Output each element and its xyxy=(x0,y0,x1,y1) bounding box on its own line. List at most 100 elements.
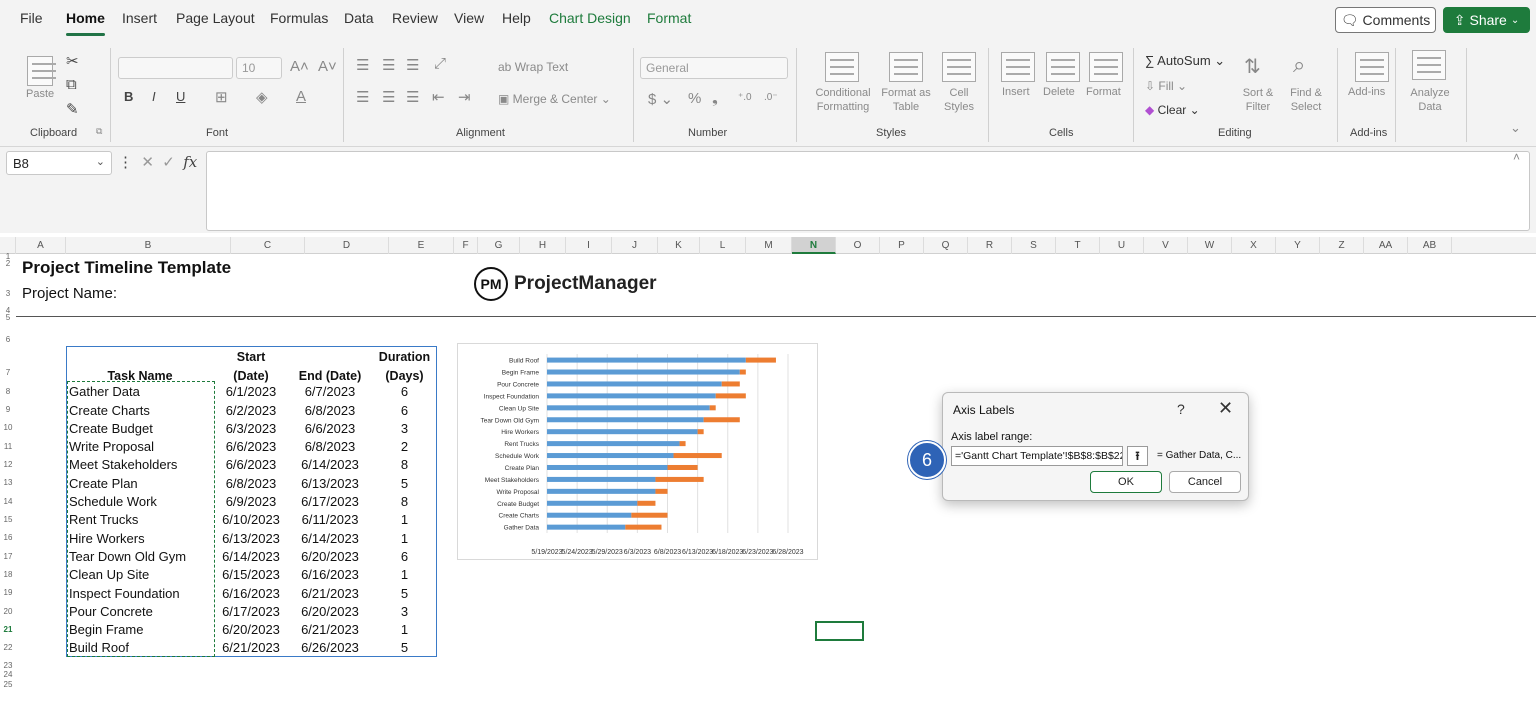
start-date-cell[interactable]: 6/9/2023 xyxy=(214,492,288,510)
column-header-w[interactable]: W xyxy=(1188,237,1232,254)
bar-start-7[interactable] xyxy=(547,441,680,447)
duration-cell[interactable]: 6 xyxy=(372,547,437,565)
start-date-cell[interactable]: 6/3/2023 xyxy=(214,419,288,437)
active-cell-cursor[interactable] xyxy=(815,621,864,641)
column-header-m[interactable]: M xyxy=(746,237,792,254)
end-date-cell[interactable]: 6/17/2023 xyxy=(288,492,372,510)
increase-indent-icon[interactable]: ⇥ xyxy=(458,88,471,106)
row-header-24[interactable]: 24 xyxy=(0,670,16,679)
bar-start-14[interactable] xyxy=(547,524,626,530)
row-header-23[interactable]: 23 xyxy=(0,661,16,670)
format-cells-label[interactable]: Format xyxy=(1086,86,1121,98)
menu-view[interactable]: View xyxy=(454,10,484,32)
column-header-o[interactable]: O xyxy=(836,237,880,254)
help-icon[interactable]: ? xyxy=(1177,401,1185,417)
paste-icon[interactable] xyxy=(27,56,56,86)
expand-formula-icon[interactable]: ˄ xyxy=(1513,150,1520,164)
percent-icon[interactable]: % xyxy=(688,90,701,107)
row-header-5[interactable]: 5 xyxy=(0,313,16,322)
row-header-7[interactable]: 7 xyxy=(0,368,16,377)
header-end-date[interactable]: End (Date) xyxy=(288,364,372,383)
column-header-r[interactable]: R xyxy=(968,237,1012,254)
column-header-x[interactable]: X xyxy=(1232,237,1276,254)
menu-file[interactable]: File xyxy=(20,10,43,32)
row-header-17[interactable]: 17 xyxy=(0,552,16,561)
column-header-h[interactable]: H xyxy=(520,237,566,254)
column-header-e[interactable]: E xyxy=(389,237,454,254)
end-date-cell[interactable]: 6/16/2023 xyxy=(288,566,372,584)
bar-start-0[interactable] xyxy=(547,357,746,363)
wrap-text-button[interactable]: ab Wrap Text xyxy=(498,60,568,74)
column-header-i[interactable]: I xyxy=(566,237,612,254)
format-painter-icon[interactable]: ✎ xyxy=(66,100,79,118)
duration-cell[interactable]: 1 xyxy=(372,566,437,584)
duration-cell[interactable]: 5 xyxy=(372,474,437,492)
row-header-12[interactable]: 12 xyxy=(0,460,16,469)
cancel-button[interactable]: Cancel xyxy=(1169,471,1241,493)
bar-duration-2[interactable] xyxy=(721,381,740,387)
column-header-q[interactable]: Q xyxy=(924,237,968,254)
duration-cell[interactable]: 1 xyxy=(372,529,437,547)
format-as-table-label[interactable]: Format as Table xyxy=(876,86,936,114)
bar-start-9[interactable] xyxy=(547,464,668,470)
gantt-chart[interactable]: 5/19/2023 5/24/2023 5/29/2023 6/3/2023 6/8/2… xyxy=(457,343,818,560)
find-select-icon[interactable]: ⌕ xyxy=(1293,52,1305,78)
bar-duration-8[interactable] xyxy=(673,453,722,459)
underline-icon[interactable]: U xyxy=(176,89,185,104)
column-header-a[interactable]: A xyxy=(16,237,66,254)
duration-cell[interactable]: 6 xyxy=(372,383,437,401)
menu-data[interactable]: Data xyxy=(344,10,374,32)
column-header-l[interactable]: L xyxy=(700,237,746,254)
column-header-ab[interactable]: AB xyxy=(1408,237,1452,254)
cell-styles-label[interactable]: Cell Styles xyxy=(937,86,981,114)
orientation-icon[interactable]: ⤢ xyxy=(434,55,446,72)
add-ins-label[interactable]: Add-ins xyxy=(1348,86,1385,98)
header-start-top[interactable]: Start xyxy=(214,346,288,364)
row-header-15[interactable]: 15 xyxy=(0,515,16,524)
conditional-formatting-label[interactable]: Conditional Formatting xyxy=(803,86,883,114)
column-header-aa[interactable]: AA xyxy=(1364,237,1408,254)
end-date-cell[interactable]: 6/7/2023 xyxy=(288,383,372,401)
duration-cell[interactable]: 3 xyxy=(372,602,437,620)
header-duration-bottom[interactable]: (Days) xyxy=(372,364,437,383)
collapse-ribbon-icon[interactable]: ⌄ xyxy=(1510,120,1521,136)
row-header-2[interactable]: 2 xyxy=(0,259,16,268)
duration-cell[interactable]: 8 xyxy=(372,456,437,474)
row-header-3[interactable]: 3 xyxy=(0,289,16,298)
delete-cells-icon[interactable] xyxy=(1046,52,1080,82)
menu-insert[interactable]: Insert xyxy=(122,10,157,32)
end-date-cell[interactable]: 6/6/2023 xyxy=(288,419,372,437)
decrease-decimal-icon[interactable]: .0⁻ xyxy=(764,92,778,103)
duration-cell[interactable]: 2 xyxy=(372,437,437,455)
bar-duration-12[interactable] xyxy=(637,500,656,506)
bar-duration-1[interactable] xyxy=(739,369,746,375)
merge-center-button[interactable]: ▣ Merge & Center ⌄ xyxy=(498,92,611,106)
end-date-cell[interactable]: 6/8/2023 xyxy=(288,401,372,419)
cell-styles-icon[interactable] xyxy=(942,52,976,82)
duration-cell[interactable]: 6 xyxy=(372,401,437,419)
row-header-6[interactable]: 6 xyxy=(0,335,16,344)
number-format-dropdown[interactable]: General xyxy=(640,57,788,79)
comma-icon[interactable]: ❟ xyxy=(712,90,718,107)
increase-decimal-icon[interactable]: ⁺.0 xyxy=(738,92,752,103)
name-box[interactable]: B8 ⌄ xyxy=(6,151,112,175)
start-date-cell[interactable]: 6/1/2023 xyxy=(214,383,288,401)
autosum-button[interactable]: ∑ AutoSum ⌄ xyxy=(1145,53,1225,69)
row-header-16[interactable]: 16 xyxy=(0,533,16,542)
end-date-cell[interactable]: 6/26/2023 xyxy=(288,639,372,657)
row-header-18[interactable]: 18 xyxy=(0,570,16,579)
axis-range-input[interactable]: ='Gantt Chart Template'!$B$8:$B$22 xyxy=(951,446,1123,466)
increase-font-icon[interactable]: A˄ xyxy=(290,58,309,75)
insert-cells-label[interactable]: Insert xyxy=(1002,86,1030,98)
row-header-25[interactable]: 25 xyxy=(0,680,16,689)
analyze-data-label[interactable]: Analyze Data xyxy=(1407,86,1453,114)
menu-format[interactable]: Format xyxy=(647,10,691,32)
sort-filter-icon[interactable]: ⇅ xyxy=(1244,54,1261,79)
column-header-z[interactable]: Z xyxy=(1320,237,1364,254)
align-middle-icon[interactable]: ☰ xyxy=(382,56,395,74)
bar-start-12[interactable] xyxy=(547,500,638,506)
start-date-cell[interactable]: 6/2/2023 xyxy=(214,401,288,419)
align-right-icon[interactable]: ☰ xyxy=(406,88,419,106)
italic-icon[interactable]: I xyxy=(152,89,156,104)
bar-duration-6[interactable] xyxy=(697,429,704,435)
